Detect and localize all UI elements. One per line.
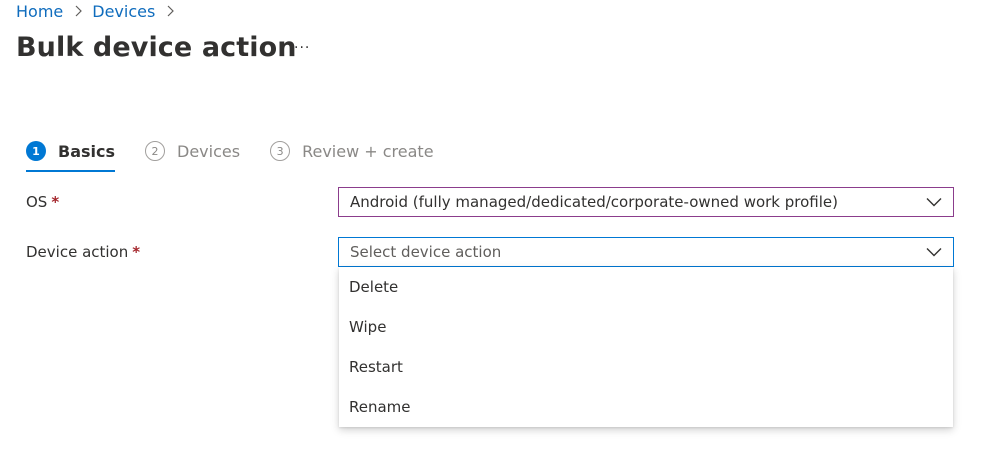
os-select-value: Android (fully managed/dedicated/corpora… xyxy=(350,193,838,211)
breadcrumb-devices-link[interactable]: Devices xyxy=(92,2,155,21)
step-number: 3 xyxy=(270,141,291,161)
device-action-label-text: Device action xyxy=(26,243,129,261)
os-label: OS * xyxy=(26,193,59,211)
step-label: Devices xyxy=(177,141,241,161)
breadcrumb: Home Devices xyxy=(16,0,184,22)
more-icon[interactable]: ··· xyxy=(294,40,310,56)
step-review-create[interactable]: 3 Review + create xyxy=(270,138,434,164)
device-action-placeholder: Select device action xyxy=(350,243,502,261)
chevron-right-icon xyxy=(165,5,175,17)
option-wipe[interactable]: Wipe xyxy=(339,307,953,347)
device-action-select[interactable]: Select device action xyxy=(338,237,954,267)
device-action-label: Device action * xyxy=(26,243,140,261)
step-label: Basics xyxy=(58,141,116,161)
page-title: Bulk device action xyxy=(16,32,297,63)
os-label-text: OS xyxy=(26,193,48,211)
option-delete[interactable]: Delete xyxy=(339,267,953,307)
breadcrumb-home-link[interactable]: Home xyxy=(16,2,63,21)
step-devices[interactable]: 2 Devices xyxy=(145,138,240,164)
required-asterisk: * xyxy=(132,243,141,261)
chevron-down-icon xyxy=(926,248,942,257)
step-label: Review + create xyxy=(302,141,434,161)
step-basics[interactable]: 1 Basics xyxy=(26,138,116,172)
wizard-steps: 1 Basics 2 Devices 3 Review + create xyxy=(26,138,464,172)
chevron-down-icon xyxy=(926,198,942,207)
step-number: 2 xyxy=(145,141,166,161)
step-number: 1 xyxy=(26,141,46,161)
os-select[interactable]: Android (fully managed/dedicated/corpora… xyxy=(338,187,954,217)
option-restart[interactable]: Restart xyxy=(339,347,953,387)
option-rename[interactable]: Rename xyxy=(339,387,953,427)
device-action-dropdown: Delete Wipe Restart Rename xyxy=(339,267,953,427)
required-asterisk: * xyxy=(51,193,60,211)
chevron-right-icon xyxy=(73,5,83,17)
